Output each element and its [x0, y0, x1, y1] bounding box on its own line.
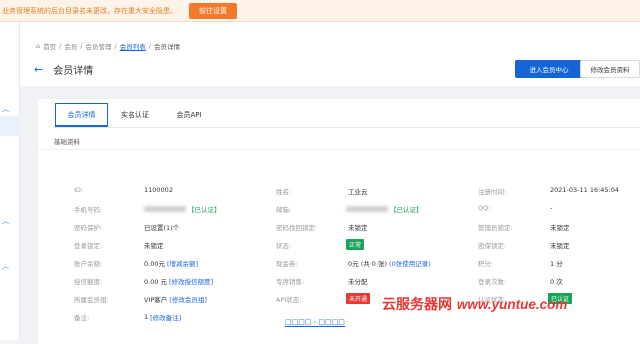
breadcrumb-home[interactable]: 首页 — [43, 41, 56, 51]
breadcrumb-item[interactable]: 会员管理 — [86, 41, 112, 51]
chevron-up-icon[interactable]: ︿ — [2, 261, 9, 271]
bottom-link[interactable]: □□□□ - □□□□ — [285, 318, 345, 327]
field-label: 注册时间: — [478, 188, 507, 196]
edit-credit-link[interactable]: [修改授信额度] — [169, 276, 213, 286]
remark-value: 1 — [144, 313, 149, 321]
chevron-up-icon[interactable]: ︿ — [2, 104, 9, 114]
main-content: ⌂ 首页 / 会员 / 会员管理 / 会员列表 / 会员详情 ← 会员详情 进入… — [20, 22, 640, 344]
field-value-balance: 0.00元 [增减余额] — [144, 258, 198, 268]
section-divider — [38, 149, 640, 150]
tab-real-name[interactable]: 实名认证 — [108, 103, 162, 127]
field-label: 密保锁定: — [478, 242, 507, 250]
field-value-pwd-lock: 未锁定 — [348, 224, 368, 232]
field-value-id: 1100002 — [144, 186, 173, 194]
field-value-admin-lock: 未锁定 — [550, 224, 570, 232]
field-value-secure-lock: 未锁定 — [550, 242, 570, 250]
breadcrumb-separator: / — [59, 42, 62, 50]
field-label: 积分: — [478, 260, 494, 268]
field-value-points: 1 分 — [550, 260, 563, 268]
field-label: 姓名: — [276, 188, 292, 196]
home-icon[interactable]: ⌂ — [36, 42, 40, 50]
field-label: ID: — [74, 186, 84, 194]
group-value: VIP客户 — [144, 296, 168, 304]
field-label: 专席销售: — [276, 278, 305, 286]
field-label: 备注: — [74, 314, 90, 322]
field-value-coupon: 0元 (共 0 张) (0张使用记录) — [348, 258, 431, 268]
tab-member-api[interactable]: 会员API — [162, 103, 216, 127]
breadcrumb-separator: / — [148, 42, 151, 50]
field-value-pwd-protect: 已设置(1)个 — [144, 224, 180, 232]
field-label: 账户余额: — [74, 260, 103, 268]
edit-remark-link[interactable]: [修改备注] — [150, 312, 181, 322]
verified-text: 【已认证】 — [188, 206, 221, 214]
page-header: ⌂ 首页 / 会员 / 会员管理 / 会员列表 / 会员详情 ← 会员详情 进入… — [20, 22, 640, 86]
sidebar-active-item[interactable] — [0, 116, 20, 136]
breadcrumb-separator: / — [114, 42, 117, 50]
breadcrumb-current: 会员详情 — [153, 43, 180, 51]
watermark-url: www.yuntue.com — [456, 297, 568, 312]
field-value-regtime: 2021-03-11 16:45:04 — [550, 186, 620, 194]
field-value-group: VIP客户 [修改会员组] — [144, 294, 207, 304]
section-title: 基础资料 — [54, 138, 80, 146]
balance-value: 0.00元 — [144, 260, 165, 268]
field-label: 状态: — [276, 242, 292, 250]
breadcrumb-item[interactable]: 会员 — [64, 41, 77, 51]
field-value-name: 工业云 — [348, 188, 368, 196]
edit-member-button[interactable]: 修改会员资料 — [580, 60, 640, 78]
field-value-status: 正常 — [346, 239, 365, 250]
page-title: 会员详情 — [53, 66, 94, 77]
adjust-balance-link[interactable]: [增减余额] — [167, 258, 198, 268]
enter-member-center-button[interactable]: 进入会员中心 — [515, 60, 583, 78]
security-alert-bar: 业务管理系统的后台目录名未更改，存在重大安全隐患。 前往设置 — [0, 0, 640, 22]
field-value-login-lock: 未锁定 — [144, 242, 164, 250]
field-value-sales: 未分配 — [348, 278, 368, 286]
title-row: ← 会员详情 — [34, 62, 93, 77]
coupon-record-link[interactable]: (0张使用记录) — [389, 258, 431, 268]
alert-text: 业务管理系统的后台目录名未更改，存在重大安全隐患。 — [2, 6, 177, 15]
field-value-credit: 0.00 元 [修改授信额度] — [144, 276, 213, 286]
breadcrumb: ⌂ 首页 / 会员 / 会员管理 / 会员列表 / 会员详情 — [36, 41, 180, 51]
field-value-api-status: 未开通 — [346, 293, 371, 304]
breadcrumb-item[interactable]: 会员列表 — [120, 41, 146, 51]
breadcrumb-separator: / — [80, 42, 83, 50]
edit-group-link[interactable]: [修改会员组] — [169, 294, 207, 304]
field-value-email: 【已认证】 — [346, 204, 423, 214]
back-arrow-icon[interactable]: ← — [34, 63, 43, 76]
goto-settings-button[interactable]: 前往设置 — [189, 2, 237, 19]
status-badge: 正常 — [346, 239, 365, 250]
field-label: 现金券: — [276, 260, 298, 268]
sidebar: ︿ ︿ ︿ — [0, 22, 20, 340]
coupon-value: 0元 (共 0 张) — [348, 260, 388, 268]
field-value-remark: 1 [修改备注] — [144, 312, 181, 322]
chevron-up-icon[interactable]: ︿ — [2, 216, 9, 226]
redacted-phone — [144, 206, 186, 212]
tab-divider — [55, 127, 640, 128]
field-value-phone: 【已认证】 — [144, 204, 221, 214]
field-label: 所属会员组: — [74, 296, 109, 304]
field-label: QQ: — [478, 204, 491, 212]
verified-text: 【已认证】 — [390, 206, 423, 214]
watermark: 云服务器网 www.yuntue.com — [382, 294, 567, 314]
redacted-email — [346, 206, 388, 212]
credit-value: 0.00 元 — [144, 278, 168, 286]
field-value-qq: - — [550, 204, 553, 212]
field-label: 授信额度: — [74, 278, 103, 286]
field-value-login-count: 0 次 — [550, 278, 563, 286]
field-label: API状态: — [276, 296, 302, 304]
watermark-text: 云服务器网 — [382, 297, 452, 313]
field-label: 密码找回锁定: — [276, 224, 318, 232]
api-status-badge: 未开通 — [346, 293, 371, 304]
field-label: 登录次数: — [478, 278, 507, 286]
field-label: 管理员锁定: — [478, 224, 513, 232]
field-label: 邮箱: — [276, 206, 292, 214]
field-label: 手机号码: — [74, 206, 103, 214]
tab-member-detail[interactable]: 会员详情 — [55, 103, 108, 127]
field-label: 密码保护: — [74, 224, 103, 232]
tab-bar: 会员详情 实名认证 会员API — [55, 103, 216, 127]
field-label: 登录锁定: — [74, 242, 103, 250]
